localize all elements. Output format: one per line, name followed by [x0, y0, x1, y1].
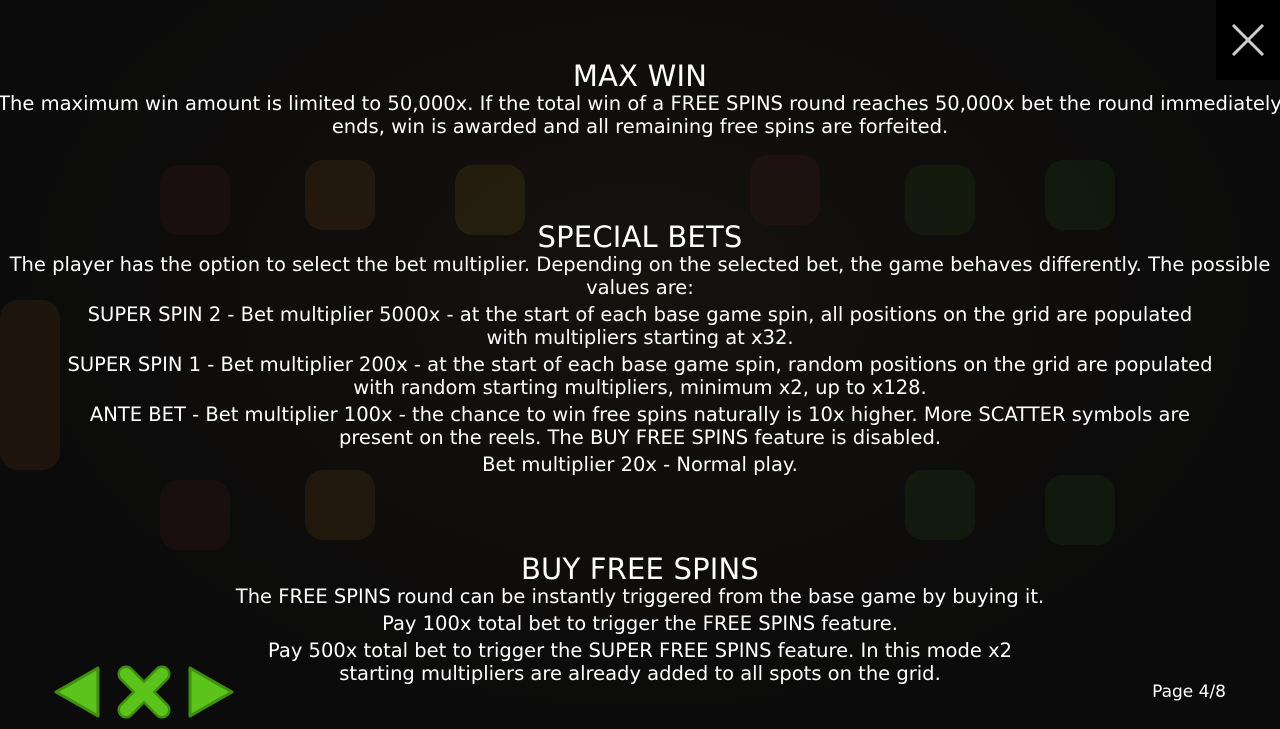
- close-icon: [1231, 23, 1265, 57]
- background-symbol: [1045, 160, 1115, 230]
- paytable-screen: MAX WIN The maximum win amount is limite…: [0, 0, 1280, 729]
- special-bets-section: SPECIAL BETS The player has the option t…: [0, 221, 1280, 476]
- special-bets-title: SPECIAL BETS: [537, 220, 743, 254]
- x-icon: [117, 665, 171, 719]
- background-symbol: [905, 470, 975, 540]
- max-win-title: MAX WIN: [572, 59, 708, 93]
- arrow-left-icon: [54, 666, 100, 718]
- max-win-text: The maximum win amount is limited to 50,…: [0, 92, 1280, 138]
- max-win-section: MAX WIN The maximum win amount is limite…: [0, 60, 1280, 138]
- page-indicator: Page 4/8: [1152, 682, 1226, 702]
- special-bet-super-spin-1: SUPER SPIN 1 - Bet multiplier 200x - at …: [67, 353, 1213, 399]
- next-page-button[interactable]: [186, 665, 236, 723]
- buy-free-spins-text-2: Pay 100x total bet to trigger the FREE S…: [382, 612, 898, 635]
- special-bet-normal: Bet multiplier 20x - Normal play.: [482, 453, 798, 476]
- special-bet-super-spin-2: SUPER SPIN 2 - Bet multiplier 5000x - at…: [87, 303, 1193, 349]
- buy-free-spins-title: BUY FREE SPINS: [520, 552, 760, 586]
- buy-free-spins-text-1: The FREE SPINS round can be instantly tr…: [235, 585, 1045, 608]
- arrow-right-icon: [188, 666, 234, 718]
- exit-paytable-button[interactable]: [116, 664, 172, 724]
- background-symbol: [160, 480, 230, 550]
- background-symbol: [750, 155, 820, 225]
- background-symbol: [1045, 475, 1115, 545]
- background-symbol: [305, 470, 375, 540]
- background-symbol: [305, 160, 375, 230]
- previous-page-button[interactable]: [52, 665, 102, 723]
- special-bet-ante-bet: ANTE BET - Bet multiplier 100x - the cha…: [89, 403, 1191, 449]
- special-bets-intro: The player has the option to select the …: [9, 253, 1271, 299]
- paytable-navigation: [52, 664, 236, 724]
